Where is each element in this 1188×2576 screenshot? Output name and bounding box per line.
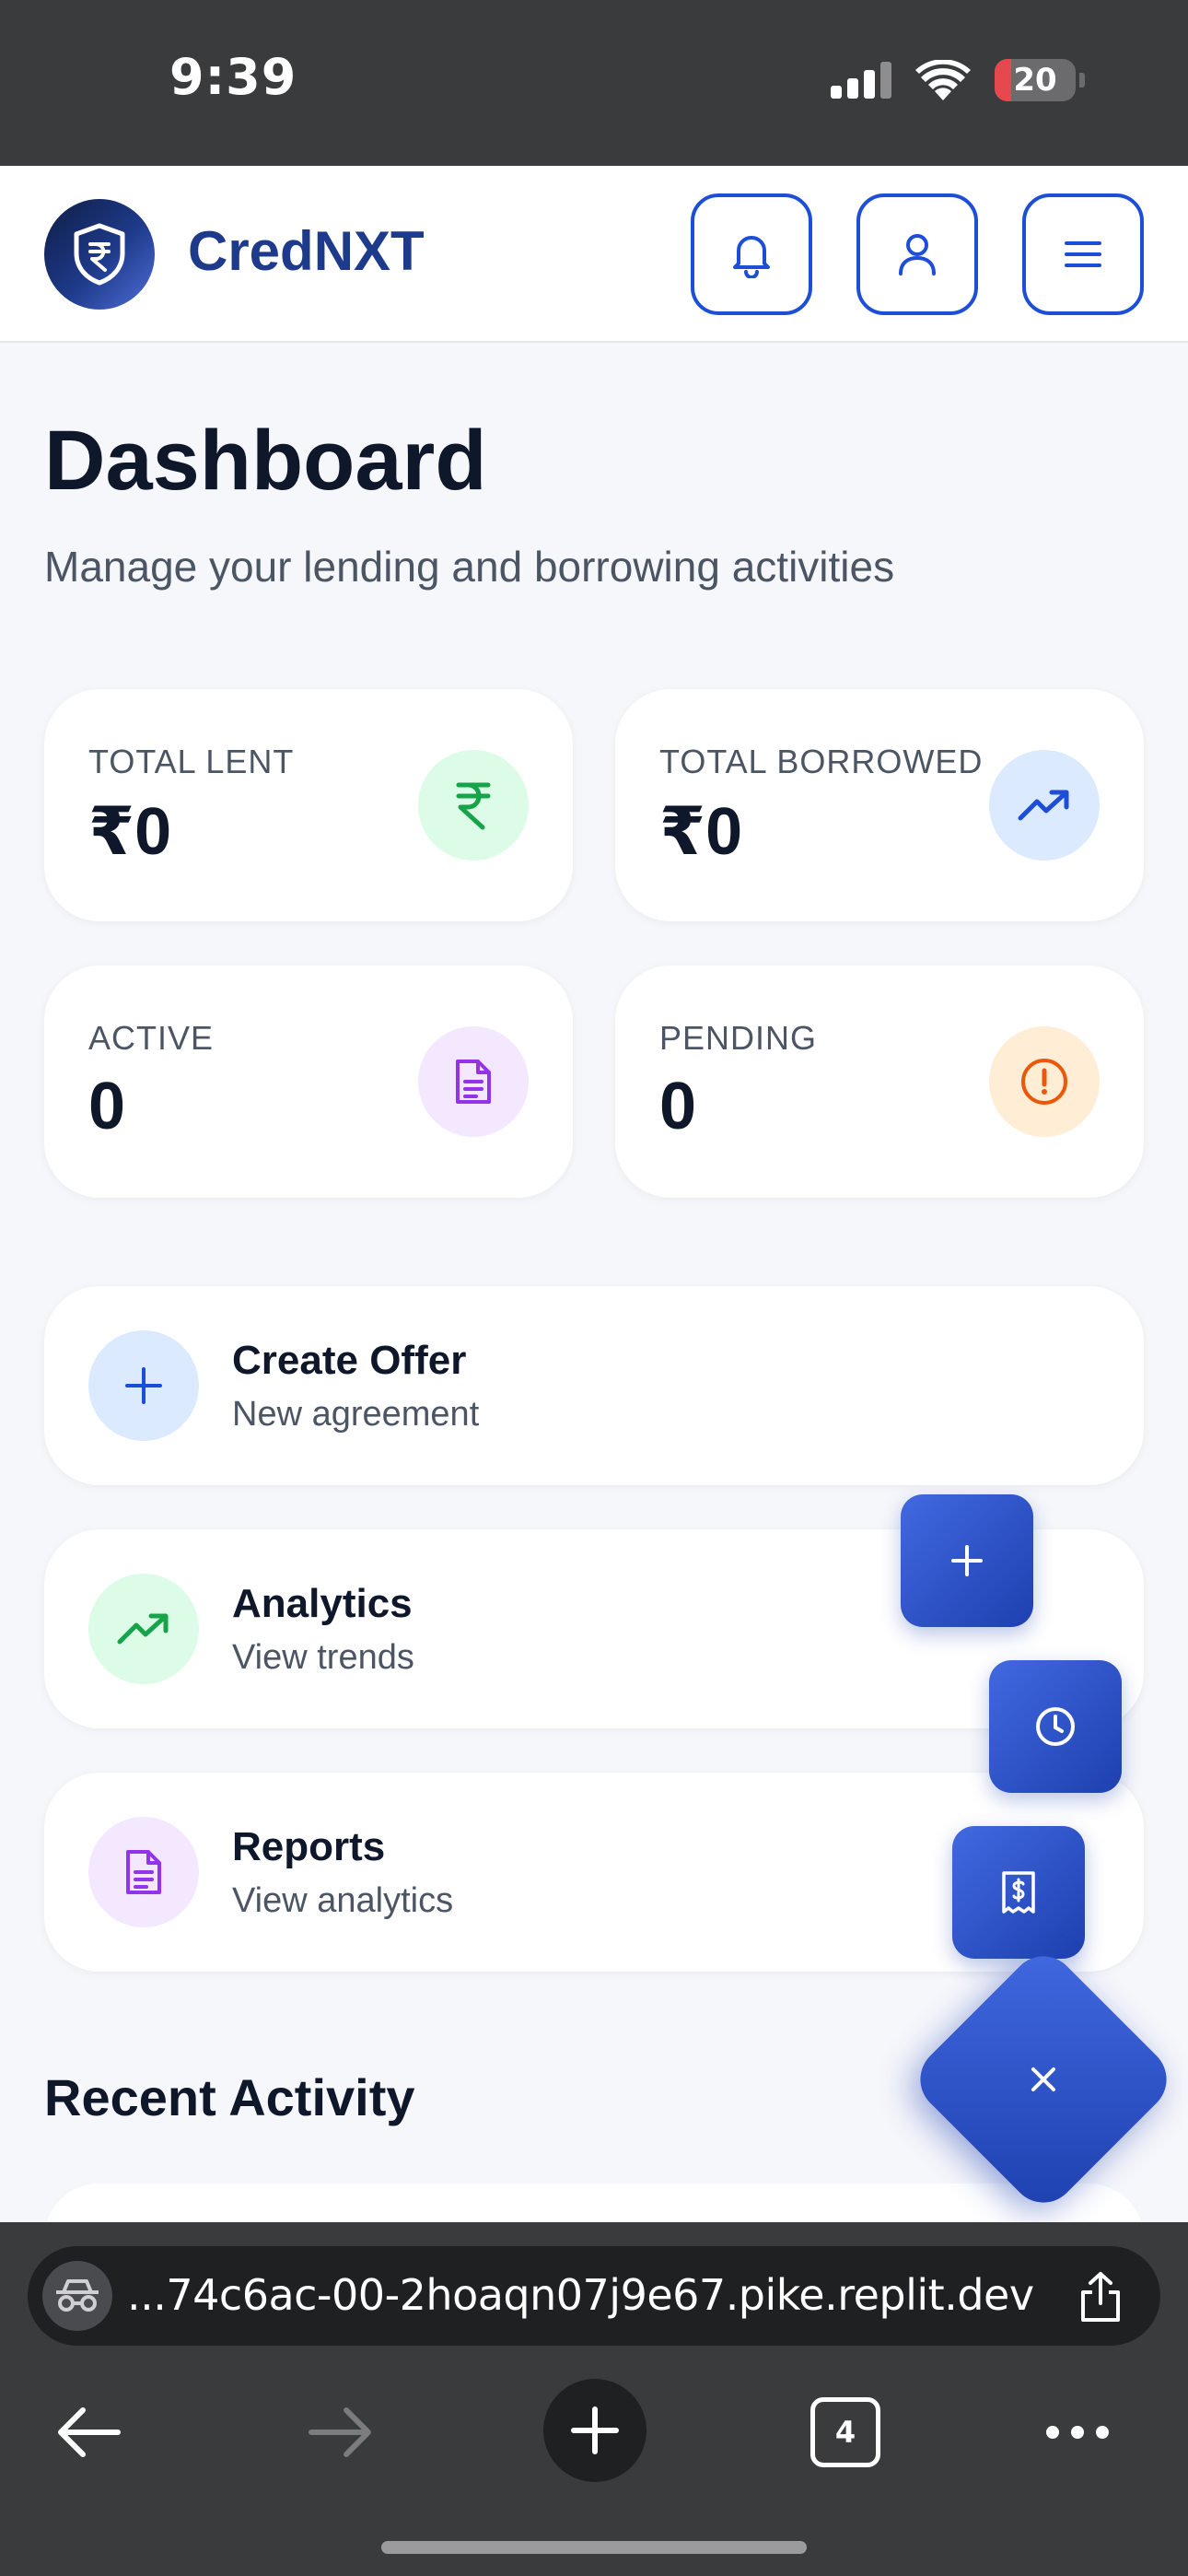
- stat-label: TOTAL LENT: [88, 743, 295, 780]
- clock-icon: [1036, 1707, 1075, 1746]
- brand-name: CredNXT: [188, 220, 425, 282]
- browser-nav-row: 4: [0, 2368, 1188, 2497]
- battery-indicator: 20: [995, 59, 1076, 101]
- action-title: Create Offer: [232, 1338, 467, 1383]
- url-text[interactable]: ...74c6ac-00-2hoaqn07j9e67.pike.replit.d…: [127, 2270, 1034, 2320]
- page-title: Dashboard: [44, 414, 487, 508]
- stat-card-total-borrowed[interactable]: TOTAL BORROWED ₹0: [615, 689, 1144, 921]
- stat-card-pending[interactable]: PENDING 0: [615, 966, 1144, 1198]
- fab-toggle-button[interactable]: [906, 1942, 1181, 2217]
- user-icon: [899, 234, 936, 275]
- stat-value: ₹0: [88, 795, 172, 869]
- profile-button[interactable]: [856, 193, 978, 315]
- stat-label: PENDING: [659, 1019, 818, 1057]
- address-bar[interactable]: ...74c6ac-00-2hoaqn07j9e67.pike.replit.d…: [28, 2246, 1160, 2346]
- stat-label: ACTIVE: [88, 1019, 215, 1057]
- home-indicator: [381, 2541, 807, 2554]
- menu-button[interactable]: [1022, 193, 1144, 315]
- app-logo[interactable]: [44, 199, 155, 310]
- stat-value: ₹0: [659, 795, 743, 869]
- stat-value: 0: [88, 1070, 126, 1143]
- stat-value: 0: [659, 1070, 697, 1143]
- back-button[interactable]: [52, 2395, 125, 2469]
- battery-level: 20: [1013, 62, 1057, 99]
- share-icon: [1081, 2272, 1120, 2322]
- bell-icon: [733, 236, 770, 278]
- plus-icon: [88, 1330, 199, 1441]
- action-title: Analytics: [232, 1581, 413, 1626]
- private-browsing-icon[interactable]: [42, 2261, 112, 2331]
- stat-card-active[interactable]: ACTIVE 0: [44, 966, 573, 1198]
- tab-count: 4: [834, 2415, 856, 2450]
- back-arrow-icon: [58, 2407, 121, 2457]
- fab-payments-button[interactable]: [952, 1826, 1085, 1959]
- document-icon: [418, 1026, 529, 1137]
- rupee-icon: [418, 750, 529, 861]
- action-subtitle: New agreement: [232, 1395, 480, 1434]
- trending-up-icon: [88, 1574, 199, 1684]
- action-title: Reports: [232, 1824, 386, 1869]
- status-time: 9:39: [169, 48, 297, 106]
- status-indicators: 20: [831, 59, 1085, 101]
- plus-icon: [951, 1545, 983, 1576]
- more-icon: [1046, 2426, 1109, 2439]
- more-options-button[interactable]: [1041, 2395, 1114, 2469]
- new-tab-button[interactable]: [543, 2379, 646, 2482]
- signal-icon: [831, 62, 891, 99]
- action-subtitle: View trends: [232, 1638, 414, 1677]
- recent-activity-title: Recent Activity: [44, 2068, 415, 2126]
- alert-circle-icon: [989, 1026, 1100, 1137]
- fab-history-button[interactable]: [989, 1660, 1122, 1793]
- share-button[interactable]: [1077, 2270, 1124, 2328]
- tabs-button[interactable]: 4: [810, 2397, 880, 2467]
- shield-rupee-icon: [74, 223, 125, 286]
- stat-label: TOTAL BORROWED: [659, 743, 984, 780]
- plus-icon: [571, 2406, 619, 2454]
- document-icon: [88, 1817, 199, 1927]
- wifi-icon: [915, 60, 971, 100]
- action-subtitle: View analytics: [232, 1881, 454, 1920]
- create-offer-card[interactable]: Create Offer New agreement: [44, 1286, 1144, 1485]
- forward-arrow-icon: [309, 2407, 371, 2457]
- browser-toolbar: ...74c6ac-00-2hoaqn07j9e67.pike.replit.d…: [0, 2222, 1188, 2576]
- forward-button[interactable]: [304, 2395, 378, 2469]
- status-bar: 9:39 20: [0, 0, 1188, 166]
- app-header: CredNXT: [0, 166, 1188, 343]
- fab-create-button[interactable]: [901, 1494, 1033, 1627]
- battery-nub: [1079, 73, 1085, 88]
- page-subtitle: Manage your lending and borrowing activi…: [44, 543, 895, 591]
- menu-icon: [1065, 241, 1101, 267]
- receipt-icon: [1002, 1871, 1035, 1914]
- stat-card-total-lent[interactable]: TOTAL LENT ₹0: [44, 689, 573, 921]
- notifications-button[interactable]: [691, 193, 812, 315]
- close-icon: [1031, 2067, 1055, 2091]
- trending-up-icon: [989, 750, 1100, 861]
